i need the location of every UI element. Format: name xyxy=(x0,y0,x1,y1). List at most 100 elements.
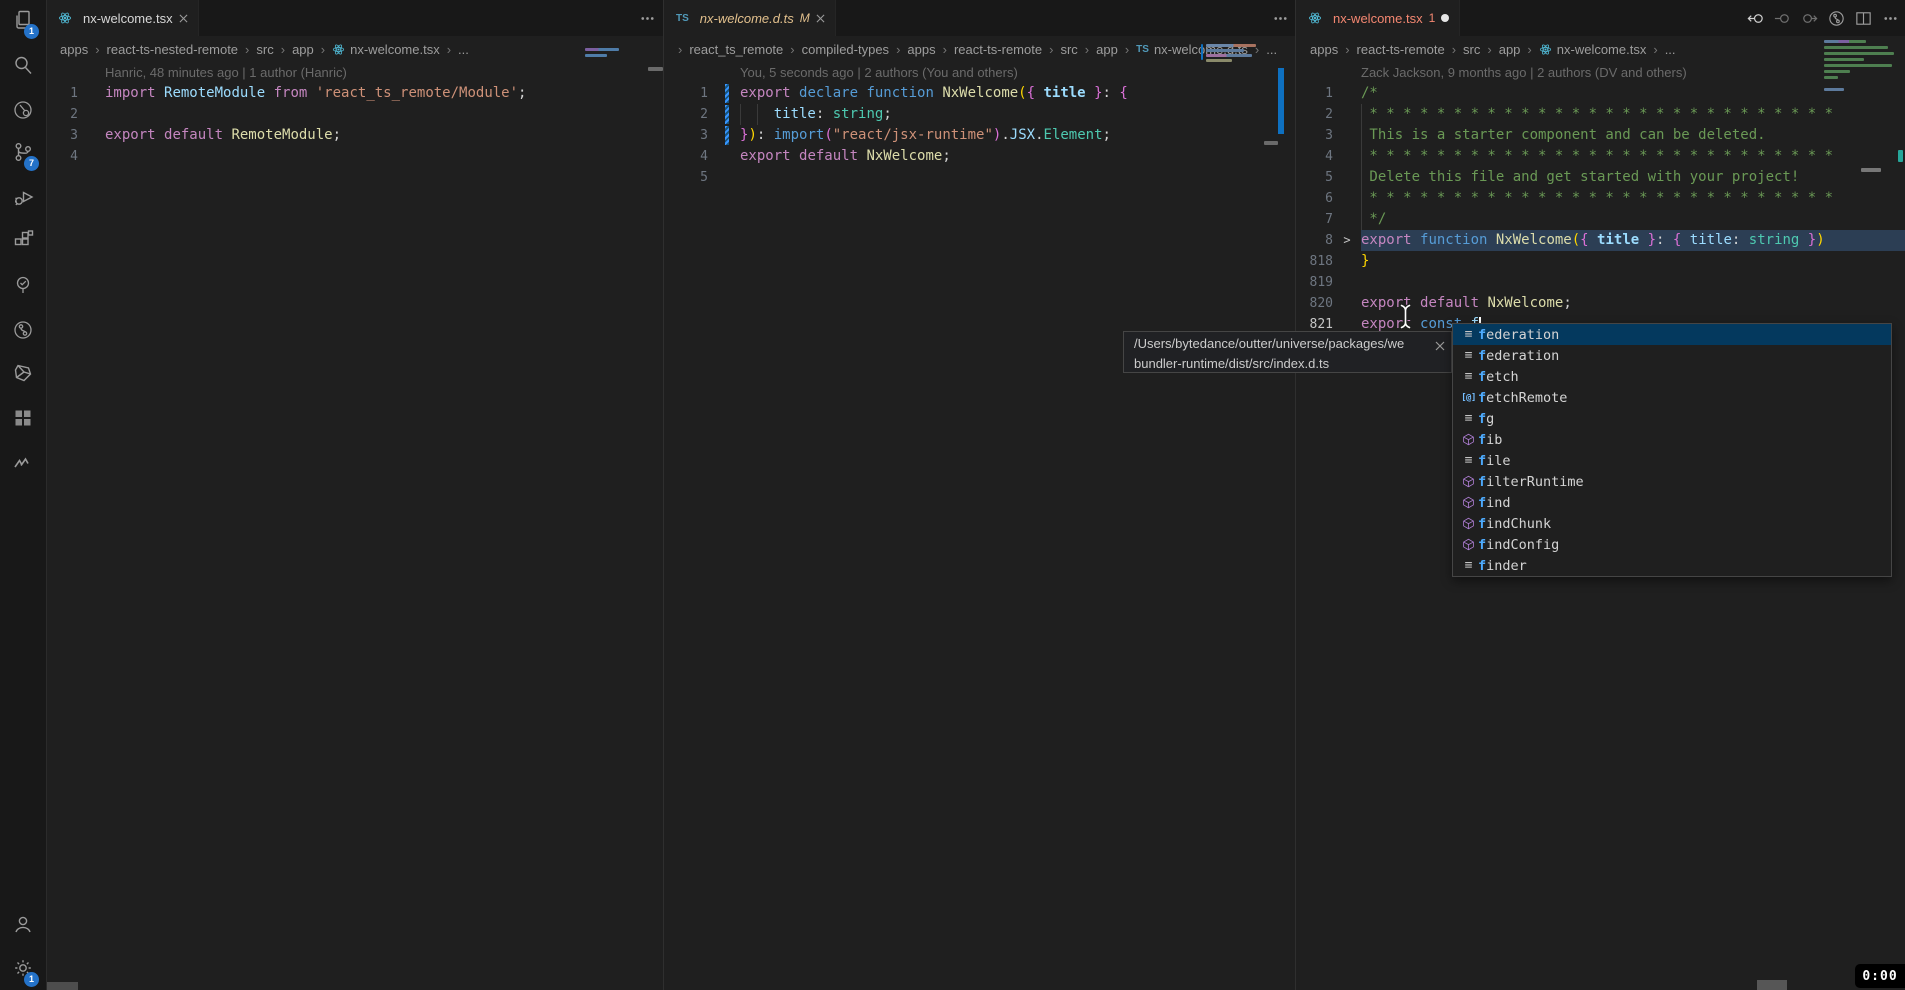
module-suggestion-icon xyxy=(1459,496,1478,509)
text-suggestion-icon: ≡ xyxy=(1459,369,1478,384)
breadcrumb-item[interactable]: app xyxy=(274,42,314,57)
nav-back-icon[interactable] xyxy=(1746,9,1765,28)
code-line: 3export default RemoteModule; xyxy=(46,125,663,146)
scrollbar-mark xyxy=(1898,150,1903,162)
git-graph-icon[interactable] xyxy=(11,318,35,342)
code-line: 2 title: string; xyxy=(664,104,1296,125)
minimap xyxy=(1824,40,1866,43)
search-icon[interactable] xyxy=(11,53,35,77)
suggestion-item[interactable]: ≡ [@] fib xyxy=(1453,429,1891,450)
minimap-slider[interactable] xyxy=(648,67,663,71)
tooltip-path-line2: bundler-runtime/dist/src/index.d.ts xyxy=(1134,354,1427,373)
unsaved-dot-icon[interactable] xyxy=(1441,14,1449,22)
split-editor-icon[interactable] xyxy=(1854,9,1873,28)
code-area[interactable]: You, 5 seconds ago | 2 authors (You and … xyxy=(664,62,1296,188)
breadcrumb-file[interactable]: nx-welcome.tsx xyxy=(314,42,440,57)
breadcrumb-more[interactable]: ... xyxy=(1646,42,1675,57)
grid-extension-icon[interactable] xyxy=(11,406,35,430)
breadcrumbs: apps react-ts-nested-remote src app nx-w… xyxy=(46,36,663,62)
code-area[interactable]: Zack Jackson, 9 months ago | 2 authors (… xyxy=(1296,62,1905,335)
minimap xyxy=(1824,88,1844,91)
tab-label: nx-welcome.d.ts xyxy=(700,11,794,26)
extensions-icon[interactable] xyxy=(11,228,35,252)
breadcrumb-item[interactable]: react-ts-remote xyxy=(936,42,1042,57)
fold-chevron-icon[interactable]: > xyxy=(1333,230,1361,251)
breadcrumb-item[interactable]: src xyxy=(238,42,274,57)
suggestion-label: finder xyxy=(1478,558,1527,574)
tab-close-icon[interactable] xyxy=(816,14,825,23)
accounts-icon[interactable] xyxy=(11,912,35,936)
suggestion-item[interactable]: ≡ [@] file xyxy=(1453,450,1891,471)
suggestion-item[interactable]: ≡ [@] finder xyxy=(1453,555,1891,576)
breadcrumb-item[interactable]: src xyxy=(1042,42,1078,57)
editor-group-left: nx-welcome.tsx apps react-ts-nested-remo… xyxy=(46,0,663,990)
suggestion-item[interactable]: ≡ [@] federation xyxy=(1453,324,1891,345)
minimap-slider[interactable] xyxy=(1861,168,1881,172)
breadcrumb-item[interactable]: src xyxy=(1445,42,1481,57)
suggestion-item[interactable]: ≡ [@] findConfig xyxy=(1453,534,1891,555)
suggestion-item[interactable]: ≡ [@] fg xyxy=(1453,408,1891,429)
run-debug-icon[interactable] xyxy=(11,185,35,209)
code-line: 2 xyxy=(46,104,663,125)
suggestion-item[interactable]: ≡ [@] findChunk xyxy=(1453,513,1891,534)
gutter-modified-bar xyxy=(725,126,729,145)
code-area[interactable]: Hanric, 48 minutes ago | 1 author (Hanri… xyxy=(46,62,663,167)
tab-nx-welcome-tsx-left[interactable]: nx-welcome.tsx xyxy=(46,0,199,36)
more-actions-icon[interactable] xyxy=(1271,9,1290,28)
breadcrumb-more[interactable]: ... xyxy=(440,42,469,57)
text-suggestion-icon: ≡ xyxy=(1459,348,1478,363)
tab-bar: TS nx-welcome.d.ts M xyxy=(664,0,1296,36)
next-change-icon[interactable] xyxy=(1800,9,1819,28)
suggestion-label: fg xyxy=(1478,411,1494,427)
breadcrumbs: apps react-ts-remote src app nx-welcome.… xyxy=(1296,36,1905,62)
breadcrumb-item[interactable]: apps xyxy=(60,42,88,57)
scrollbar-modified-marker[interactable] xyxy=(1278,68,1284,134)
suggestion-item[interactable]: ≡ [@] filterRuntime xyxy=(1453,471,1891,492)
minimap xyxy=(585,54,607,57)
prev-change-icon[interactable] xyxy=(1773,9,1792,28)
code-line: 1import RemoteModule from 'react_ts_remo… xyxy=(46,83,663,104)
suggestion-item[interactable]: ≡ [@] federation xyxy=(1453,345,1891,366)
typescript-file-icon: TS xyxy=(676,13,689,24)
minimap-slider[interactable] xyxy=(1264,141,1278,145)
editor-actions xyxy=(1271,0,1290,36)
test-explorer-icon[interactable] xyxy=(11,273,35,297)
tab-nx-welcome-dts[interactable]: TS nx-welcome.d.ts M xyxy=(664,0,836,36)
code-line: 5 xyxy=(664,167,1296,188)
gitlens-icon[interactable] xyxy=(11,98,35,122)
breadcrumb-item[interactable]: apps xyxy=(1310,42,1338,57)
tab-bar: nx-welcome.tsx xyxy=(46,0,663,36)
minimap xyxy=(1824,52,1894,55)
suggestion-item[interactable]: ≡ [@] fetch xyxy=(1453,366,1891,387)
breadcrumb-item[interactable]: react-ts-remote xyxy=(1338,42,1444,57)
tab-close-icon[interactable] xyxy=(179,14,188,23)
react-file-icon xyxy=(1539,43,1552,56)
module-suggestion-icon xyxy=(1459,433,1478,446)
problem-count-badge: 1 xyxy=(1429,11,1436,25)
breadcrumb-file[interactable]: nx-welcome.tsx xyxy=(1520,42,1646,57)
minimap xyxy=(1824,58,1864,61)
suggestion-label: findChunk xyxy=(1478,516,1551,532)
text-suggestion-icon: ≡ xyxy=(1459,411,1478,426)
breadcrumb-item[interactable]: apps xyxy=(889,42,936,57)
blame-line: Zack Jackson, 9 months ago | 2 authors (… xyxy=(1296,62,1905,83)
suggestion-item[interactable]: ≡ [@] find xyxy=(1453,492,1891,513)
more-actions-icon[interactable] xyxy=(1881,9,1900,28)
tab-nx-welcome-tsx-right[interactable]: nx-welcome.tsx 1 xyxy=(1296,0,1460,36)
breadcrumb-item[interactable]: app xyxy=(1480,42,1520,57)
breadcrumb-item[interactable]: react-ts-nested-remote xyxy=(88,42,238,57)
suggestion-item[interactable]: ≡ [@] fetchRemote xyxy=(1453,387,1891,408)
text-suggestion-icon: ≡ xyxy=(1459,453,1478,468)
tab-label: nx-welcome.tsx xyxy=(83,11,173,26)
breadcrumb-item[interactable]: compiled-types xyxy=(783,42,889,57)
gitlens-graph-icon[interactable] xyxy=(1827,9,1846,28)
react-file-icon xyxy=(58,11,72,25)
breadcrumb-item[interactable]: react_ts_remote xyxy=(678,42,783,57)
waves-extension-icon[interactable] xyxy=(11,451,35,475)
bit-extension-icon[interactable] xyxy=(11,361,35,385)
breadcrumb-item[interactable]: app xyxy=(1078,42,1118,57)
ibeam-cursor-icon xyxy=(1398,303,1413,335)
more-actions-icon[interactable] xyxy=(638,9,657,28)
settings-badge: 1 xyxy=(24,972,39,987)
tooltip-close-icon[interactable] xyxy=(1435,337,1445,357)
